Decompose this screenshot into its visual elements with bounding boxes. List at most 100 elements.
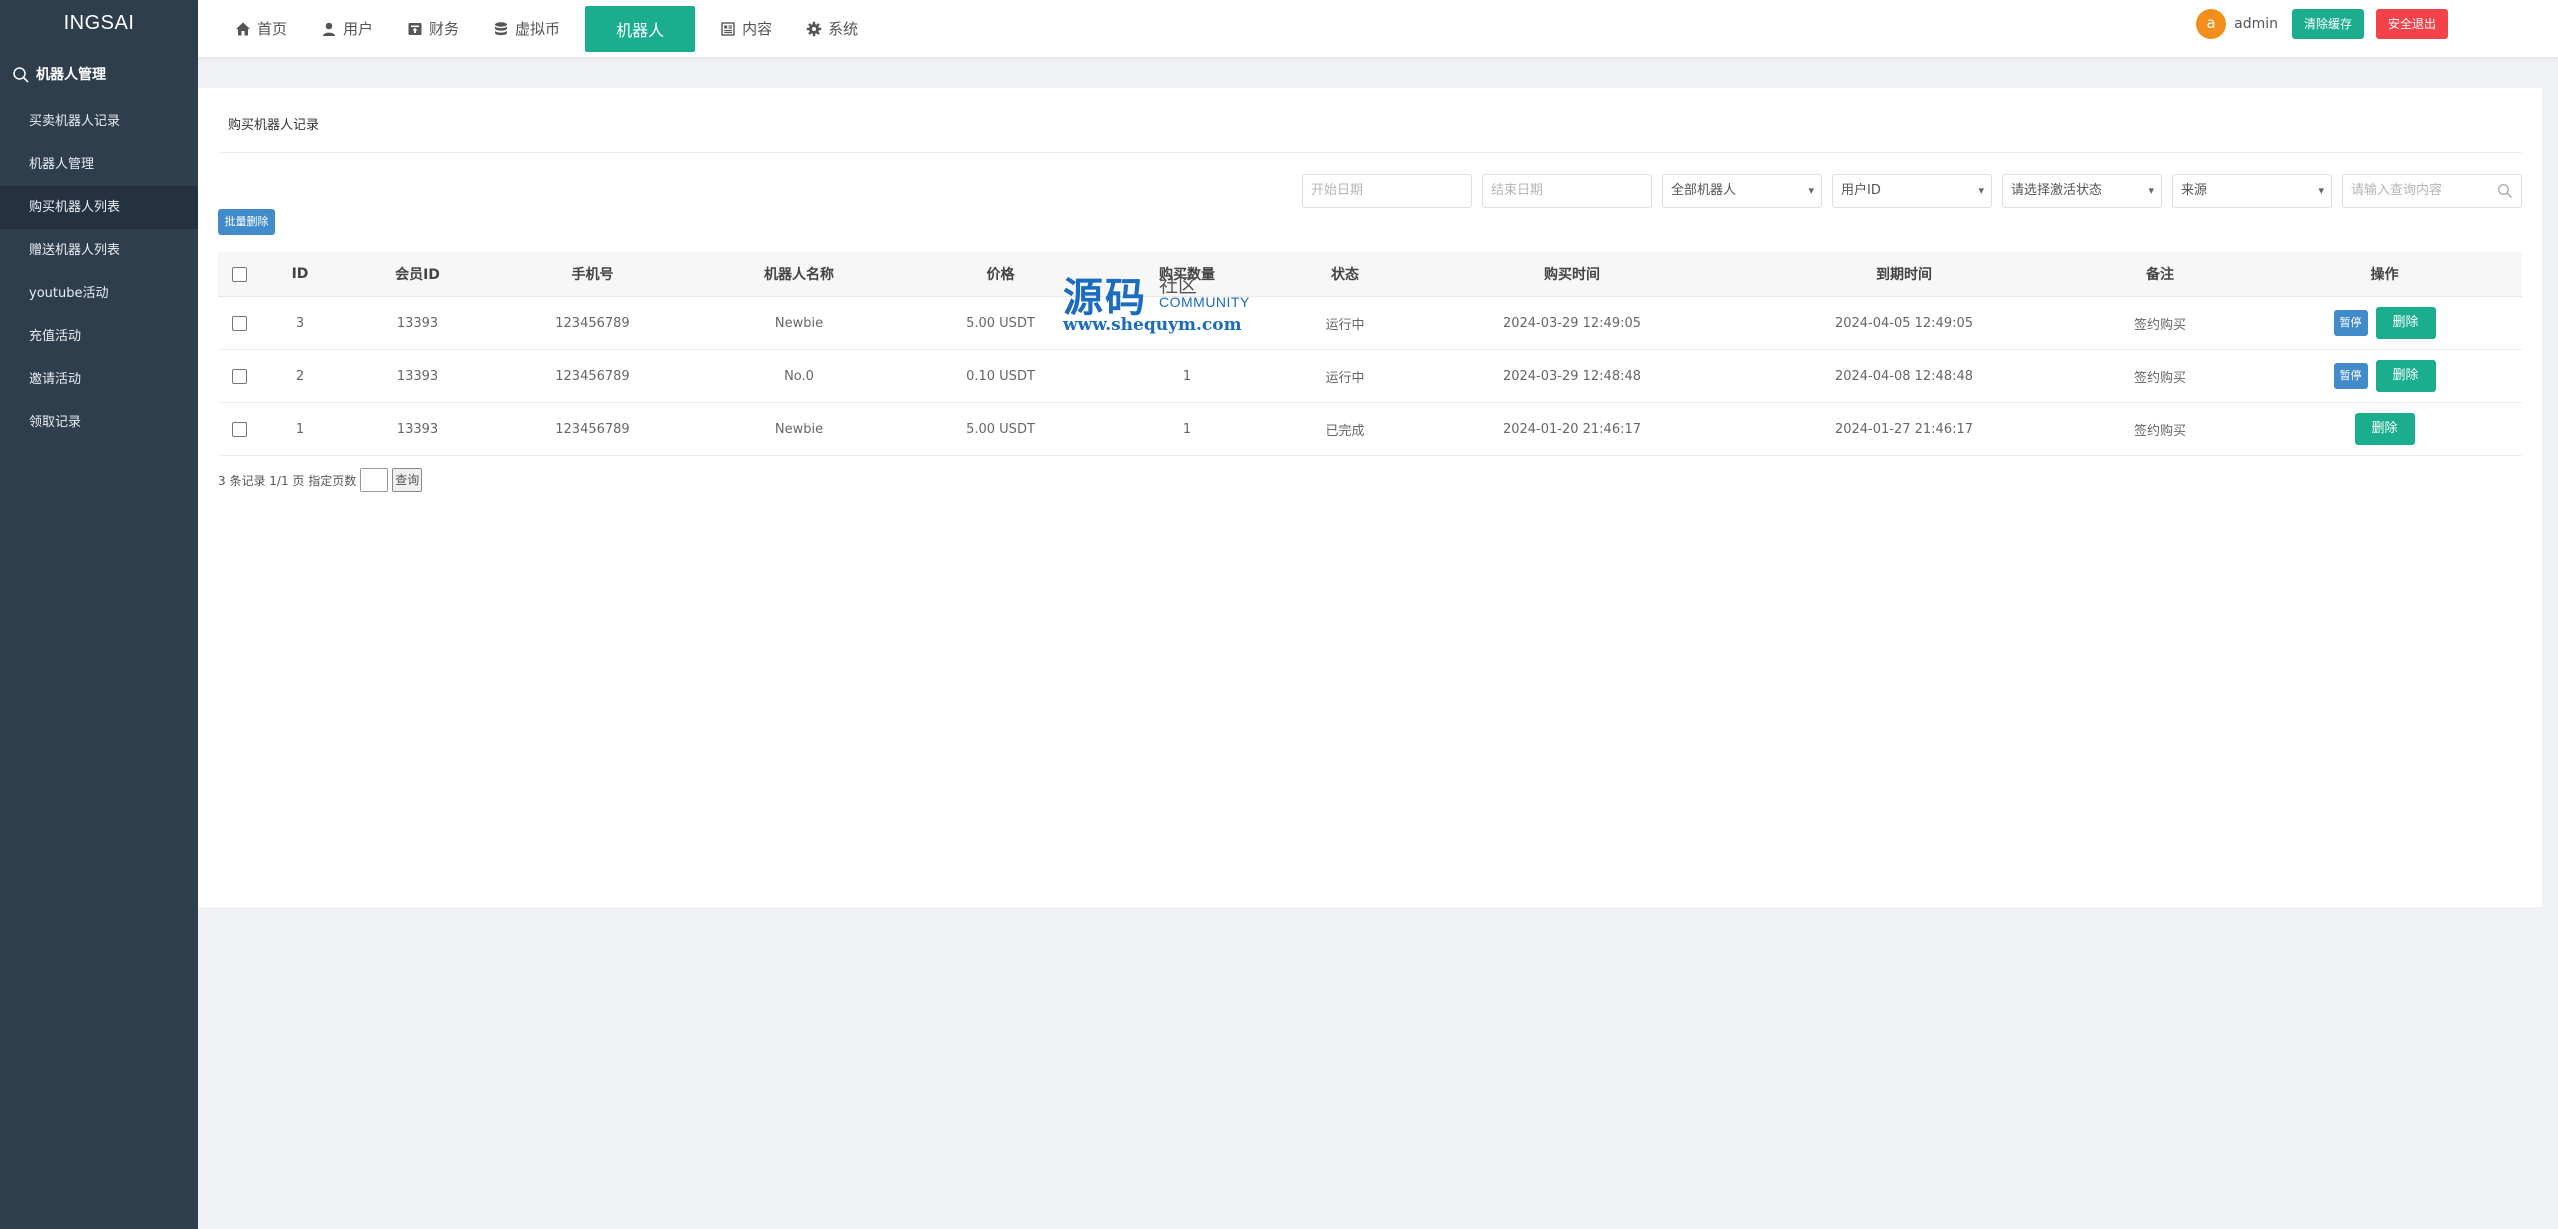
cell-quantity: 1 <box>1093 349 1281 403</box>
tab-content[interactable]: 内容 <box>703 6 789 52</box>
delete-button[interactable]: 删除 <box>2375 307 2436 339</box>
batch-delete-button[interactable]: 批量删除 <box>218 209 275 235</box>
page-go-button[interactable]: 查询 <box>392 468 423 492</box>
chevron-down-icon: ▾ <box>1808 184 1814 197</box>
sidebar-item-youtube-activity[interactable]: youtube活动 <box>0 272 198 315</box>
col-header-id[interactable]: ID <box>260 252 340 297</box>
chevron-down-icon: ▾ <box>1978 184 1984 197</box>
cell-note: 签约购买 <box>2073 349 2247 403</box>
sidebar-item-claim-records[interactable]: 领取记录 <box>0 401 198 444</box>
cell-purchase-time: 2024-03-29 12:48:48 <box>1409 349 1735 403</box>
home-icon <box>236 22 250 35</box>
sidebar-item-invite-activity[interactable]: 邀请活动 <box>0 358 198 401</box>
col-header-phone[interactable]: 手机号 <box>495 252 690 297</box>
col-header-expire-time[interactable]: 到期时间 <box>1735 252 2073 297</box>
col-header-purchase-time[interactable]: 购买时间 <box>1409 252 1735 297</box>
col-header-actions: 操作 <box>2247 252 2522 297</box>
document-icon <box>721 21 735 36</box>
filter-bar: 开始日期 结束日期 全部机器人 ▾ 用户ID ▾ 请选择激活状态 ▾ 来源 ▾ … <box>1302 174 2522 208</box>
cell-actions: 删除 <box>2247 402 2522 456</box>
robot-select[interactable]: 全部机器人 ▾ <box>1662 174 1822 208</box>
cell-status: 运行中 <box>1281 349 1409 403</box>
sidebar-group-label: 机器人管理 <box>36 67 106 83</box>
row-checkbox[interactable] <box>231 315 247 331</box>
sidebar-item-robot-trade-records[interactable]: 买卖机器人记录 <box>0 100 198 143</box>
clear-cache-button[interactable]: 清除缓存 <box>2292 9 2364 39</box>
main-nav-tabs: 首页 用户 财务 虚拟币 机器人 内容 系统 <box>218 0 875 57</box>
top-header: 首页 用户 财务 虚拟币 机器人 内容 系统 a admin 清除缓存 安全退出 <box>198 0 2558 58</box>
cell-quantity: 1 <box>1093 402 1281 456</box>
tab-home[interactable]: 首页 <box>218 6 304 52</box>
tab-users-label: 用户 <box>343 20 374 38</box>
pagination: 3 条记录 1/1 页 指定页数 查询 <box>218 468 423 492</box>
col-header-note[interactable]: 备注 <box>2073 252 2247 297</box>
tab-robot[interactable]: 机器人 <box>585 5 696 52</box>
row-select-cell <box>218 296 260 350</box>
username[interactable]: admin <box>2234 16 2278 32</box>
col-header-status[interactable]: 状态 <box>1281 252 1409 297</box>
end-date-input[interactable]: 结束日期 <box>1482 174 1652 208</box>
sidebar-item-recharge-activity[interactable]: 充值活动 <box>0 315 198 358</box>
app-root: INGSAI 机器人管理 买卖机器人记录 机器人管理 购买机器人列表 赠送机器人… <box>0 0 2558 1229</box>
watermark: 源码 社区 COMMUNITY www.shequym.com <box>1063 263 1263 343</box>
col-header-robot-name[interactable]: 机器人名称 <box>690 252 908 297</box>
pause-button[interactable]: 暂停 <box>2333 363 2368 389</box>
status-select[interactable]: 请选择激活状态 ▾ <box>2002 174 2162 208</box>
row-select-cell <box>218 349 260 403</box>
tab-system[interactable]: 系统 <box>789 6 875 52</box>
cell-actions: 暂停 删除 <box>2247 349 2522 403</box>
select-all-checkbox[interactable] <box>231 266 247 282</box>
tab-finance[interactable]: 财务 <box>390 6 476 52</box>
table-row: 2 13393 123456789 No.0 0.10 USDT 1 运行中 2… <box>218 349 2522 403</box>
content-panel: 购买机器人记录 开始日期 结束日期 全部机器人 ▾ 用户ID ▾ 请选择激活状态… <box>198 88 2542 907</box>
cell-note: 签约购买 <box>2073 402 2247 456</box>
cell-phone: 123456789 <box>495 402 690 456</box>
cell-purchase-time: 2024-03-29 12:49:05 <box>1409 296 1735 350</box>
sidebar-group-robot-management[interactable]: 机器人管理 <box>0 50 198 100</box>
user-id-select[interactable]: 用户ID ▾ <box>1832 174 1992 208</box>
wallet-icon <box>408 22 422 35</box>
cell-expire-time: 2024-01-27 21:46:17 <box>1735 402 2073 456</box>
cell-purchase-time: 2024-01-20 21:46:17 <box>1409 402 1735 456</box>
logout-button[interactable]: 安全退出 <box>2376 9 2448 39</box>
tab-system-label: 系统 <box>828 20 859 38</box>
cell-member-id: 13393 <box>340 402 495 456</box>
tab-home-label: 首页 <box>257 20 288 38</box>
delete-button[interactable]: 删除 <box>2375 360 2436 392</box>
search-input[interactable]: 请输入查询内容 <box>2342 174 2522 208</box>
sidebar-item-gift-robot-list[interactable]: 赠送机器人列表 <box>0 229 198 272</box>
avatar[interactable]: a <box>2196 9 2227 39</box>
tab-users[interactable]: 用户 <box>304 6 390 52</box>
source-select-value: 来源 <box>2181 183 2208 198</box>
user-id-select-value: 用户ID <box>1841 183 1881 198</box>
sidebar-item-purchase-robot-list[interactable]: 购买机器人列表 <box>0 186 198 229</box>
start-date-input[interactable]: 开始日期 <box>1302 174 1472 208</box>
gear-icon <box>806 21 822 36</box>
tab-virtual-currency[interactable]: 虚拟币 <box>476 6 577 52</box>
pagination-summary: 3 条记录 1/1 页 指定页数 <box>218 473 357 488</box>
sidebar: INGSAI 机器人管理 买卖机器人记录 机器人管理 购买机器人列表 赠送机器人… <box>0 0 198 1229</box>
col-header-member-id[interactable]: 会员ID <box>340 252 495 297</box>
cell-note: 签约购买 <box>2073 296 2247 350</box>
cell-id: 2 <box>260 349 340 403</box>
row-checkbox[interactable] <box>231 368 247 384</box>
purchase-records-table: ID 会员ID 手机号 机器人名称 价格 购买数量 状态 购买时间 到期时间 备… <box>218 252 2522 456</box>
brand-logo: INGSAI <box>63 12 135 34</box>
search-icon <box>13 67 29 83</box>
source-select[interactable]: 来源 ▾ <box>2172 174 2332 208</box>
cell-robot-name: Newbie <box>690 402 908 456</box>
delete-button[interactable]: 删除 <box>2354 413 2415 445</box>
row-checkbox[interactable] <box>231 421 247 437</box>
cell-expire-time: 2024-04-05 12:49:05 <box>1735 296 2073 350</box>
page-number-input[interactable] <box>360 468 389 492</box>
cell-robot-name: Newbie <box>690 296 908 350</box>
sidebar-item-robot-management[interactable]: 机器人管理 <box>0 143 198 186</box>
table-header-row: ID 会员ID 手机号 机器人名称 价格 购买数量 状态 购买时间 到期时间 备… <box>218 252 2522 297</box>
robot-select-value: 全部机器人 <box>1671 183 1737 198</box>
watermark-community-text: COMMUNITY <box>1159 294 1250 310</box>
search-icon[interactable] <box>2497 183 2513 199</box>
cell-id: 1 <box>260 402 340 456</box>
chevron-down-icon: ▾ <box>2148 184 2154 197</box>
table-row: 1 13393 123456789 Newbie 5.00 USDT 1 已完成… <box>218 402 2522 456</box>
pause-button[interactable]: 暂停 <box>2333 310 2368 336</box>
